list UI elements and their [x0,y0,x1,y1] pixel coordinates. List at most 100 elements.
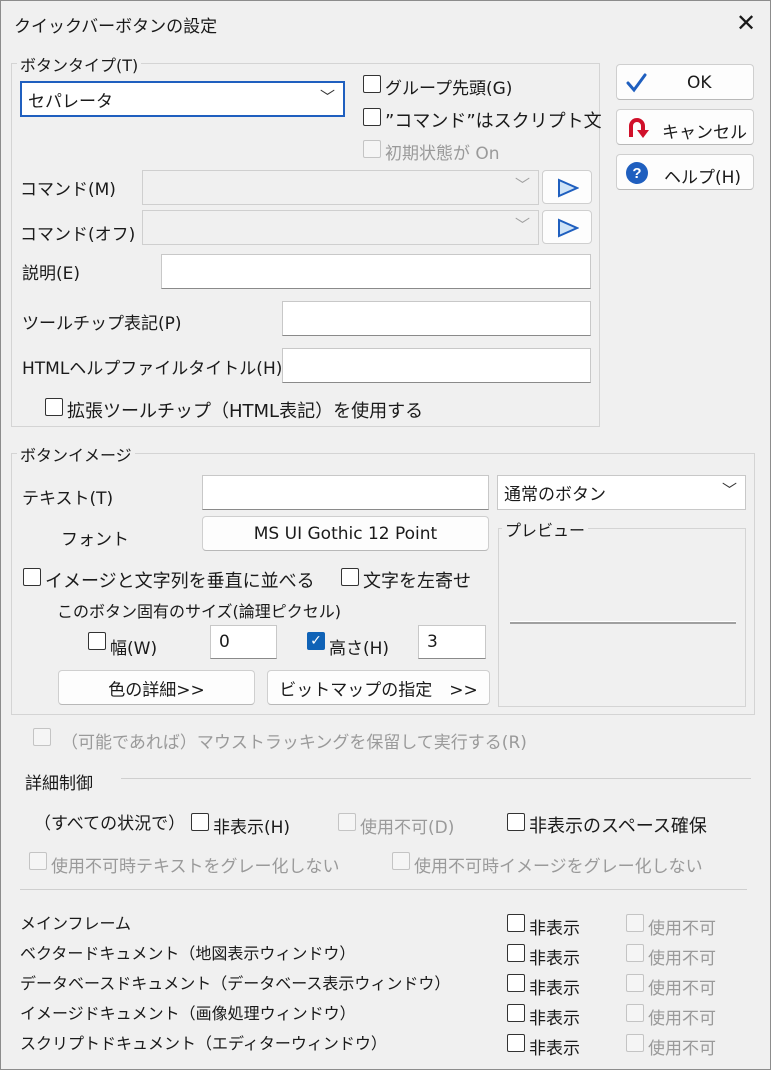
left-align-label: 文字を左寄せ [363,571,471,592]
help-icon: ? [626,162,648,184]
width-label: 幅(W) [110,639,158,659]
row-disable-label: 使用不可 [648,919,716,939]
font-button-label: MS UI Gothic 12 Point [253,523,438,544]
no-gray-text-checkbox[interactable] [29,852,47,870]
command-run-button[interactable] [542,170,592,204]
play-icon [558,178,579,198]
row-name: メインフレーム [20,914,132,933]
size-caption: このボタン固有のサイズ(論理ピクセル) [57,602,342,621]
height-field[interactable]: 3 [418,625,486,659]
undo-icon [629,118,649,138]
tooltip-field[interactable] [282,301,591,336]
description-field[interactable] [161,254,591,289]
dialog: クイックバーボタンの設定 ✕ ボタンタイプ(T) セパレータ ﹀ グループ先頭(… [0,0,771,1070]
row-hide-checkbox[interactable] [507,1004,525,1022]
row-hide-label: 非表示 [529,1009,580,1029]
command-off-select[interactable]: ﹀ [142,210,539,245]
chevron-down-icon: ﹀ [514,176,530,194]
font-button[interactable]: MS UI Gothic 12 Point [202,516,489,551]
command-select[interactable]: ﹀ [142,170,539,205]
tooltip-label: ツールチップ表記(P) [22,314,182,334]
hide-all-checkbox[interactable] [191,813,209,831]
html-help-field[interactable] [282,348,591,383]
height-label: 高さ(H) [329,639,390,659]
width-field[interactable]: 0 [210,625,277,659]
vertical-layout-checkbox[interactable] [23,568,41,586]
ok-button[interactable]: OK [616,64,754,100]
ext-tooltip-label: 拡張ツールチップ（HTML表記）を使用する [67,401,424,422]
vertical-layout-label: イメージと文字列を垂直に並べる [45,571,315,592]
rows-divider [20,889,747,890]
chevron-down-icon: ﹀ [319,88,335,106]
row-name: ベクタードキュメント（地図表示ウィンドウ） [20,944,356,963]
row-disable-label: 使用不可 [648,1009,716,1029]
row-disable-checkbox[interactable] [626,1004,644,1022]
font-label: フォント [61,530,129,550]
row-disable-checkbox[interactable] [626,1034,644,1052]
row-hide-label: 非表示 [529,919,580,939]
help-label: ヘルプ(H) [664,168,742,188]
button-style-value: 通常のボタン [504,485,606,505]
row-hide-label: 非表示 [529,1039,580,1059]
group-button-type-label: ボタンタイプ(T) [17,52,142,76]
cancel-label: キャンセル [662,123,747,143]
row-hide-label: 非表示 [529,949,580,969]
play-icon [558,218,579,238]
row-hide-checkbox[interactable] [507,1034,525,1052]
row-name: イメージドキュメント（画像処理ウィンドウ） [20,1004,356,1023]
row-hide-checkbox[interactable] [507,944,525,962]
mouse-tracking-label: （可能であれば）マウストラッキングを保留して実行する(R) [61,733,527,753]
text-label: テキスト(T) [22,489,114,509]
group-head-checkbox[interactable] [363,75,381,93]
svg-text:?: ? [632,165,641,182]
height-checkbox[interactable]: ✓ [307,632,325,650]
close-icon[interactable]: ✕ [734,8,758,38]
bitmap-button[interactable]: ビットマップの指定 >> [267,670,490,705]
no-gray-image-label: 使用不可時イメージをグレー化しない [414,857,703,877]
row-hide-checkbox[interactable] [507,974,525,992]
command-off-run-button[interactable] [542,210,592,244]
row-hide-label: 非表示 [529,979,580,999]
row-disable-label: 使用不可 [648,979,716,999]
color-detail-button[interactable]: 色の詳細>> [58,670,255,705]
row-disable-checkbox[interactable] [626,914,644,932]
initial-on-label: 初期状態が On [385,144,500,164]
row-disable-label: 使用不可 [648,949,716,969]
row-disable-label: 使用不可 [648,1039,716,1059]
width-value: 0 [219,632,230,652]
initial-on-checkbox[interactable] [363,140,381,158]
ext-tooltip-checkbox[interactable] [45,398,63,416]
row-disable-checkbox[interactable] [626,974,644,992]
all-situations-label: （すべての状況で） [34,814,186,834]
title-bar: クイックバーボタンの設定 ✕ [1,1,770,45]
row-hide-checkbox[interactable] [507,914,525,932]
chevron-down-icon: ﹀ [514,216,530,234]
ok-label: OK [687,73,712,93]
no-gray-image-checkbox[interactable] [392,852,410,870]
detail-divider [121,778,751,779]
reserve-space-checkbox[interactable] [507,813,525,831]
row-disable-checkbox[interactable] [626,944,644,962]
button-style-select[interactable]: 通常のボタン ﹀ [497,475,746,510]
preview-label: プレビュー [502,517,589,541]
chevron-down-icon: ﹀ [721,481,737,499]
row-name: スクリプトドキュメント（エディターウィンドウ） [20,1034,387,1053]
window-title: クイックバーボタンの設定 [14,17,218,37]
disable-all-checkbox[interactable] [338,813,356,831]
button-type-select[interactable]: セパレータ ﹀ [20,81,345,117]
command-is-script-checkbox[interactable] [363,108,381,126]
mouse-tracking-checkbox[interactable] [33,728,51,746]
disable-all-label: 使用不可(D) [360,818,455,838]
group-button-image-label: ボタンイメージ [17,442,135,466]
preview-separator [510,621,736,624]
check-icon [626,73,647,93]
width-checkbox[interactable] [88,632,106,650]
left-align-checkbox[interactable] [341,568,359,586]
reserve-space-label: 非表示のスペース確保 [529,816,707,837]
cancel-button[interactable]: キャンセル [616,109,754,145]
text-field[interactable] [202,475,489,510]
command-is-script-label: ”コマンド”はスクリプト文 [385,111,602,132]
help-button[interactable]: ? ヘルプ(H) [616,154,754,190]
height-value: 3 [427,632,438,652]
row-name: データベースドキュメント（データベース表示ウィンドウ） [20,974,451,993]
